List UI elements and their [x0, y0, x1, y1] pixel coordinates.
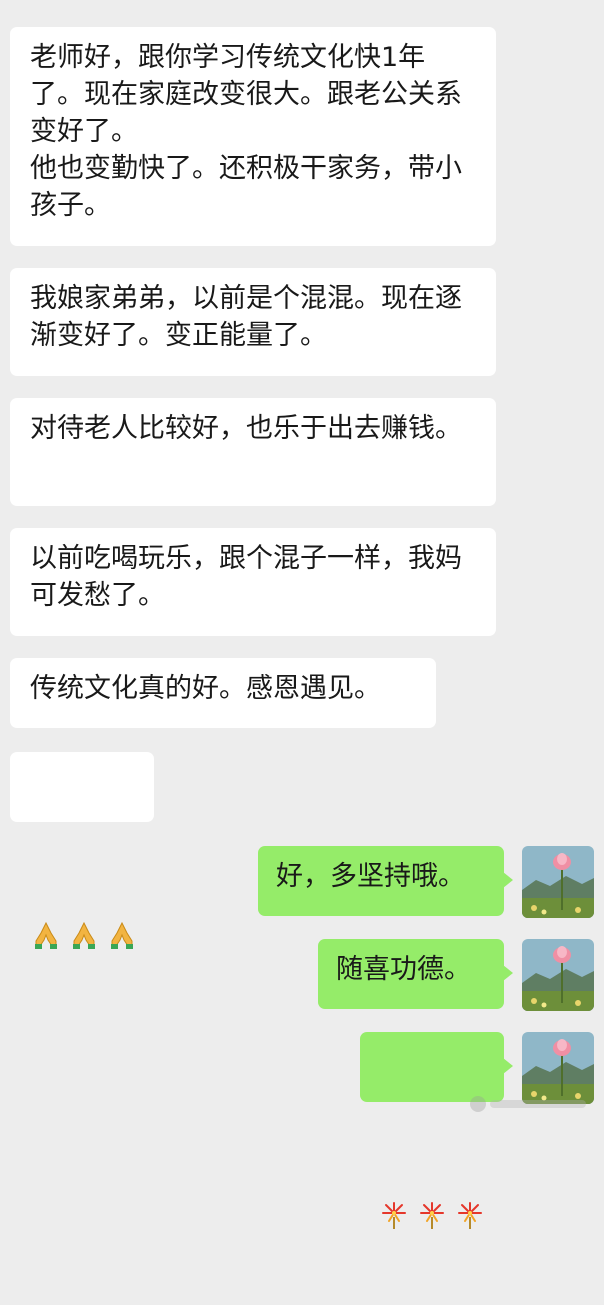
message-bubble-outgoing[interactable]: 好，多坚持哦。: [258, 846, 513, 916]
message-bubble-incoming-emoji[interactable]: [10, 752, 154, 949]
fireworks-icon: [454, 1125, 486, 1229]
fireworks-icon: [378, 1125, 410, 1229]
message-bubble-incoming[interactable]: 我娘家弟弟，以前是个混混。现在逐渐变好了。变正能量了。: [10, 268, 496, 376]
emoji-row: [30, 838, 138, 949]
watermark: [468, 1094, 596, 1114]
lotus-landscape-avatar-icon: [522, 846, 594, 918]
fireworks-icon: [416, 1125, 448, 1229]
emoji-row: [378, 1118, 486, 1229]
lotus-landscape-avatar-icon: [522, 939, 594, 1011]
avatar[interactable]: [522, 939, 594, 1011]
message-bubble-incoming[interactable]: 传统文化真的好。感恩遇见。: [10, 658, 436, 728]
avatar[interactable]: [522, 846, 594, 918]
folded-hands-icon: [30, 845, 62, 949]
folded-hands-icon: [106, 845, 138, 949]
message-bubble-outgoing-emoji[interactable]: [360, 1032, 513, 1229]
message-bubble-incoming[interactable]: 老师好，跟你学习传统文化快1年了。现在家庭改变很大。跟老公关系变好了。 他也变勤…: [10, 27, 496, 246]
folded-hands-icon: [68, 845, 100, 949]
message-bubble-outgoing[interactable]: 随喜功德。: [318, 939, 513, 1009]
message-bubble-incoming[interactable]: 对待老人比较好，也乐于出去赚钱。: [10, 398, 496, 506]
message-bubble-incoming[interactable]: 以前吃喝玩乐，跟个混子一样，我妈可发愁了。: [10, 528, 496, 636]
